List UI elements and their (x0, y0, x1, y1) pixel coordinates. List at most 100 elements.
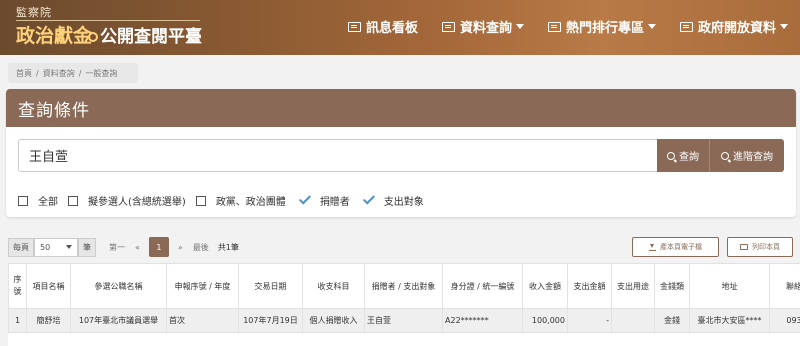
nav-item-label: 政府開放資料 (697, 21, 776, 36)
table-row[interactable]: 1 簡舒培 107年臺北市議員選舉 首次 107年7月19日 個人捐贈收入 王自… (8, 308, 800, 333)
search-input[interactable] (18, 139, 657, 172)
filter-payee-check-icon[interactable] (362, 192, 375, 205)
first-page-link[interactable]: 第一 (109, 242, 125, 253)
breadcrumb-current: 一般查詢 (85, 68, 118, 78)
search-bar: 查詢 進階查詢 (18, 139, 784, 172)
download-icon (649, 243, 656, 251)
newspaper-icon (547, 21, 561, 32)
zoom-search-icon (721, 151, 729, 160)
col-header-purpose[interactable]: 支出用途 (611, 263, 655, 309)
query-panel: 查詢條件 查詢 進階查詢 全部 擬參選人(含總統選舉) 政黨、政治團體 捐贈者 … (6, 89, 796, 217)
filter-party-checkbox[interactable] (195, 195, 206, 206)
last-page-link[interactable]: 最後 (193, 242, 209, 253)
per-page-unit: 筆 (78, 237, 96, 257)
print-button[interactable]: 列印本頁 (727, 237, 793, 257)
chevron-down-icon (66, 245, 72, 249)
table-cell: 1 (8, 308, 27, 333)
col-header-item[interactable]: 項目名稱 (26, 263, 71, 309)
results-table: 序號 項目名稱 參選公職名稱 申報序號 / 年度 交易日期 收支科目 捐贈者 /… (8, 263, 800, 333)
filter-options: 全部 擬參選人(含總統選舉) 政黨、政治團體 捐贈者 支出對象 (18, 192, 434, 208)
col-header-address[interactable]: 地址 (689, 263, 770, 309)
nav-item-bulletin[interactable]: 訊息看板 (347, 17, 418, 36)
logo-magnifier-icon (88, 32, 99, 42)
print-icon (740, 244, 748, 250)
table-cell: - (567, 308, 612, 333)
site-header: 監察院 政治獻金 公開查閱平臺 訊息看板 資料查詢 熱門排行專區 政府開放資料 (0, 0, 800, 55)
logo-agency-name: 監察院 (16, 6, 52, 19)
filter-donor-label: 捐贈者 (319, 197, 350, 208)
filter-candidate-checkbox[interactable] (68, 195, 78, 206)
export-button[interactable]: 產本頁電子檔 (632, 237, 719, 257)
breadcrumb-home[interactable]: 首頁 (16, 68, 32, 79)
caret-down-icon (515, 24, 524, 29)
prev-page-link[interactable]: « (135, 243, 140, 252)
search-button-label: 查詢 (679, 152, 699, 163)
col-header-donor[interactable]: 捐贈者 / 支出對象 (364, 263, 443, 309)
filter-party-label: 政黨、政治團體 (215, 197, 286, 208)
caret-down-icon (780, 24, 788, 29)
caret-down-icon (647, 24, 656, 29)
table-cell: 金錢 (654, 308, 690, 333)
nav-item-data-query[interactable]: 資料查詢 (441, 17, 524, 36)
newspaper-icon (347, 21, 361, 32)
table-cell: A22******* (442, 308, 523, 333)
site-logo[interactable]: 監察院 政治獻金 公開查閱平臺 (16, 4, 202, 48)
per-page-select[interactable]: 50 (34, 237, 78, 257)
col-header-id[interactable]: 身分證 / 統一編號 (442, 263, 523, 309)
col-header-index[interactable]: 序號 (8, 263, 27, 309)
per-page-label: 每頁 (8, 237, 34, 257)
breadcrumb-separator: / (36, 68, 39, 78)
col-header-date[interactable]: 交易日期 (238, 263, 303, 309)
table-cell: 簡舒培 (26, 308, 71, 333)
col-header-office[interactable]: 參選公職名稱 (70, 263, 167, 309)
nav-item-label: 訊息看板 (365, 21, 418, 36)
newspaper-icon (441, 21, 455, 32)
advanced-search-button[interactable]: 進階查詢 (709, 139, 784, 172)
export-button-label: 產本頁電子檔 (660, 243, 702, 251)
search-button[interactable]: 查詢 (657, 139, 709, 172)
search-icon (667, 151, 675, 160)
pagination: 每頁 50 筆 第一 « 1 » 最後 共1筆 (8, 237, 239, 257)
col-header-income[interactable]: 收入金額 (522, 263, 568, 309)
table-cell: 王自萱 (364, 308, 443, 333)
table-cell: 首次 (166, 308, 239, 333)
breadcrumb: 首頁 / 資料查詢 / 一般查詢 (8, 63, 138, 83)
newspaper-icon (679, 21, 693, 32)
table-cell: 107年臺北市議員選舉 (70, 308, 167, 333)
current-page[interactable]: 1 (148, 237, 169, 257)
filter-all-label: 全部 (38, 197, 58, 208)
col-header-report-year[interactable]: 申報序號 / 年度 (166, 263, 239, 309)
nav-item-label: 熱門排行專區 (565, 21, 644, 36)
table-header-row: 序號 項目名稱 參選公職名稱 申報序號 / 年度 交易日期 收支科目 捐贈者 /… (8, 263, 800, 309)
table-cell (611, 308, 655, 333)
breadcrumb-data-query[interactable]: 資料查詢 (43, 68, 75, 79)
table-cell: 107年7月19日 (238, 308, 303, 333)
nav-item-label: 資料查詢 (459, 21, 512, 36)
query-panel-title: 查詢條件 (6, 89, 796, 127)
filter-payee-label: 支出對象 (383, 197, 424, 208)
filter-all-checkbox[interactable] (18, 195, 28, 206)
next-page-link[interactable]: » (178, 243, 183, 252)
nav-item-open-data[interactable]: 政府開放資料 (679, 17, 788, 36)
table-cell: 100,000 (522, 308, 568, 333)
filter-donor-check-icon[interactable] (298, 192, 311, 205)
logo-divider (16, 20, 200, 21)
col-header-account[interactable]: 收支科目 (302, 263, 365, 309)
per-page-value: 50 (40, 242, 51, 252)
breadcrumb-separator: / (78, 68, 82, 78)
logo-title: 政治獻金 公開查閱平臺 (16, 21, 202, 48)
col-header-money-type[interactable]: 金錢類 (654, 263, 690, 309)
col-header-expense[interactable]: 支出金額 (567, 263, 612, 309)
main-nav: 訊息看板 資料查詢 熱門排行專區 政府開放資料 (347, 17, 788, 36)
table-cell: 臺北市大安區**** (689, 308, 770, 333)
advanced-search-label: 進階查詢 (733, 152, 773, 163)
print-button-label: 列印本頁 (752, 243, 780, 251)
filter-candidate-label: 擬參選人(含總統選舉) (88, 197, 186, 208)
nav-item-ranking[interactable]: 熱門排行專區 (547, 17, 656, 36)
table-cell: 個人捐贈收入 (302, 308, 365, 333)
table-cell: 093 (769, 308, 800, 333)
logo-rest-text: 公開查閱平臺 (100, 27, 203, 47)
results-table-container: 序號 項目名稱 參選公職名稱 申報序號 / 年度 交易日期 收支科目 捐贈者 /… (8, 263, 800, 346)
col-header-contact[interactable]: 聯絡 (769, 263, 800, 309)
logo-highlight-text: 政治獻金 (16, 25, 93, 47)
